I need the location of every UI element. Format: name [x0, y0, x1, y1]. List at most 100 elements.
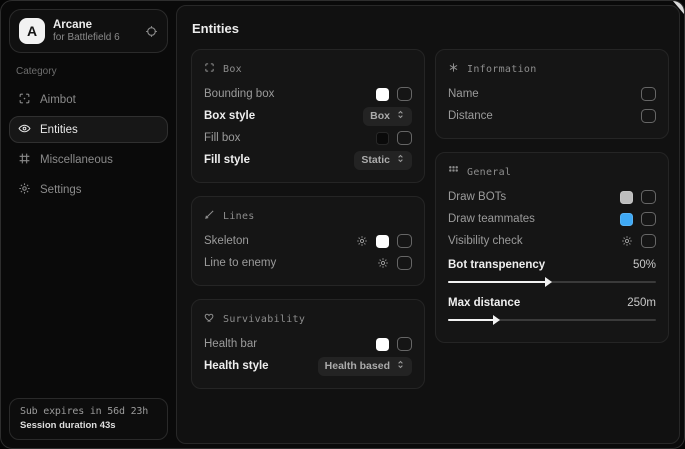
row-box-style: Box style Box: [204, 105, 412, 127]
box-brackets-icon: [204, 62, 215, 76]
panel-general: General Draw BOTs Draw teammates: [435, 152, 669, 343]
panel-information-header: Information: [448, 62, 656, 76]
app-name: Arcane: [53, 19, 120, 31]
panel-lines: Lines Skeleton Line to enemy: [191, 196, 425, 286]
health-bar-checkbox[interactable]: [397, 337, 412, 351]
grid-icon: [18, 152, 31, 168]
sidebar-item-label: Aimbot: [40, 94, 76, 106]
main-content: Entities Box Bounding box: [176, 5, 680, 444]
sidebar-item-aimbot[interactable]: Aimbot: [9, 86, 168, 113]
fill-box-checkbox[interactable]: [397, 131, 412, 145]
gear-icon[interactable]: [356, 235, 368, 247]
distance-checkbox[interactable]: [641, 109, 656, 123]
color-swatch[interactable]: [376, 132, 389, 145]
panel-title: Information: [467, 64, 537, 75]
name-checkbox[interactable]: [641, 87, 656, 101]
row-label: Draw BOTs: [448, 191, 506, 203]
pencil-line-icon: [204, 209, 215, 223]
row-bounding-box: Bounding box: [204, 83, 412, 105]
bot-transparency-slider[interactable]: [448, 278, 656, 286]
panel-general-header: General: [448, 165, 656, 179]
draw-teammates-checkbox[interactable]: [641, 212, 656, 226]
app-logo: A: [19, 18, 45, 44]
line-to-enemy-checkbox[interactable]: [397, 256, 412, 270]
profile-meta: Arcane for Battlefield 6: [53, 19, 120, 43]
row-distance: Distance: [448, 105, 656, 127]
slider-fill: [448, 319, 494, 321]
row-draw-bots: Draw BOTs: [448, 186, 656, 208]
gear-icon: [18, 182, 31, 198]
panel-title: Lines: [223, 211, 255, 222]
page-title: Entities: [192, 21, 669, 36]
row-draw-teammates: Draw teammates: [448, 208, 656, 230]
row-name: Name: [448, 83, 656, 105]
crosshair-brackets-icon: [18, 92, 31, 108]
row-label: Name: [448, 88, 479, 100]
row-skeleton: Skeleton: [204, 230, 412, 252]
color-swatch[interactable]: [620, 191, 633, 204]
subscription-footer: Sub expires in 56d 23h Session duration …: [9, 398, 168, 440]
slider-fill: [448, 281, 546, 283]
gear-icon[interactable]: [621, 235, 633, 247]
row-label: Health style: [204, 360, 269, 372]
panel-box: Box Bounding box Box style Box: [191, 49, 425, 183]
row-visibility-check: Visibility check: [448, 230, 656, 252]
draw-bots-checkbox[interactable]: [641, 190, 656, 204]
sidebar-item-settings[interactable]: Settings: [9, 176, 168, 203]
row-health-bar: Health bar: [204, 333, 412, 355]
color-swatch[interactable]: [620, 213, 633, 226]
sidebar-item-label: Entities: [40, 124, 78, 136]
health-style-dropdown[interactable]: Health based: [318, 357, 412, 376]
dropdown-value: Static: [361, 154, 390, 166]
left-column: Box Bounding box Box style Box: [191, 49, 425, 389]
heart-icon: [204, 312, 215, 326]
row-label: Visibility check: [448, 235, 523, 247]
panel-information: Information Name Distance: [435, 49, 669, 139]
chevron-up-down-icon: [396, 154, 405, 166]
sidebar-item-label: Miscellaneous: [40, 154, 113, 166]
row-label: Fill style: [204, 154, 250, 166]
asterisk-icon: [448, 62, 459, 76]
skeleton-checkbox[interactable]: [397, 234, 412, 248]
panel-title: General: [467, 167, 511, 178]
slider-value: 250m: [627, 297, 656, 309]
panel-box-header: Box: [204, 62, 412, 76]
sidebar: A Arcane for Battlefield 6 Category Aimb…: [1, 1, 176, 448]
chevron-up-down-icon: [396, 110, 405, 122]
row-label: Draw teammates: [448, 213, 535, 225]
slider-thumb[interactable]: [493, 315, 500, 325]
dropdown-value: Box: [370, 110, 390, 122]
panel-title: Box: [223, 64, 242, 75]
slider-value: 50%: [633, 259, 656, 271]
category-label: Category: [16, 66, 161, 77]
panel-title: Survivability: [223, 314, 305, 325]
profile-card: A Arcane for Battlefield 6: [9, 9, 168, 53]
sidebar-item-entities[interactable]: Entities: [9, 116, 168, 143]
box-style-dropdown[interactable]: Box: [363, 107, 412, 126]
row-label: Skeleton: [204, 235, 249, 247]
color-swatch[interactable]: [376, 235, 389, 248]
color-swatch[interactable]: [376, 88, 389, 101]
sub-expiry-text: Sub expires in 56d 23h: [20, 406, 157, 417]
color-swatch[interactable]: [376, 338, 389, 351]
gear-icon[interactable]: [377, 257, 389, 269]
fill-style-dropdown[interactable]: Static: [354, 151, 412, 170]
row-label: Fill box: [204, 132, 240, 144]
max-distance-slider[interactable]: [448, 316, 656, 324]
bounding-box-checkbox[interactable]: [397, 87, 412, 101]
sidebar-item-miscellaneous[interactable]: Miscellaneous: [9, 146, 168, 173]
row-label: Line to enemy: [204, 257, 276, 269]
panel-lines-header: Lines: [204, 209, 412, 223]
slider-thumb[interactable]: [545, 277, 552, 287]
visibility-check-checkbox[interactable]: [641, 234, 656, 248]
row-fill-style: Fill style Static: [204, 149, 412, 171]
row-health-style: Health style Health based: [204, 355, 412, 377]
max-distance-slider-group: Max distance 250m: [448, 293, 656, 324]
session-duration-text: Session duration 43s: [20, 420, 157, 431]
right-column: Information Name Distance: [435, 49, 669, 389]
dropdown-value: Health based: [325, 360, 390, 372]
bot-transparency-slider-group: Bot transpenency 50%: [448, 255, 656, 286]
sidebar-item-label: Settings: [40, 184, 82, 196]
row-label: Distance: [448, 110, 493, 122]
crosshair-icon[interactable]: [145, 25, 158, 38]
